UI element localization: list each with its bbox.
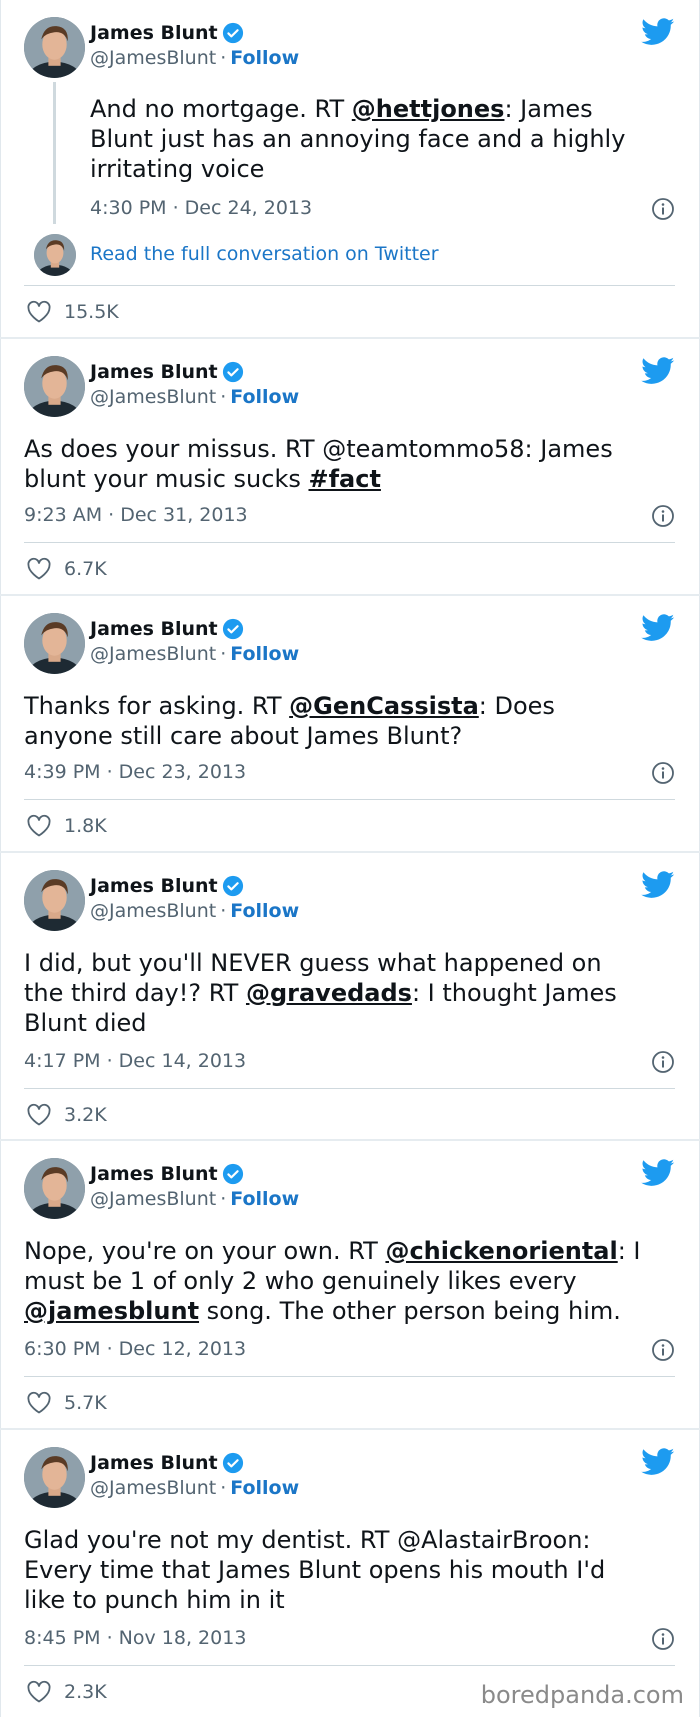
like-count: 15.5K [64,301,119,323]
divider [24,799,675,800]
verified-badge-icon [222,875,244,897]
like-action[interactable]: 2.3K [26,1680,107,1704]
avatar[interactable] [24,17,85,78]
tweet-card: James Blunt @JamesBlunt · Follow Nope, you… [0,1141,700,1428]
tweet-text: Nope, you're on your own. RT @chickenori… [24,1237,641,1325]
author-handle[interactable]: @JamesBlunt [90,47,216,69]
read-conversation-link[interactable]: Read the full conversation on Twitter [90,243,439,265]
avatar[interactable] [34,234,76,276]
like-action[interactable]: 15.5K [26,300,119,324]
verified-badge-icon [222,618,244,640]
verified-badge-icon [222,22,244,44]
author-name[interactable]: James Blunt [90,361,218,383]
twitter-bird-icon[interactable] [641,18,675,46]
tweet-text: As does your missus. RT @teamtommo58: Ja… [24,435,613,493]
follow-button[interactable]: Follow [230,47,299,69]
like-count: 6.7K [64,558,107,580]
follow-button[interactable]: Follow [230,1477,299,1499]
divider [24,285,675,286]
twitter-bird-icon[interactable] [641,614,675,642]
like-action[interactable]: 3.2K [26,1103,107,1127]
verified-badge-icon [222,1163,244,1185]
tweet-text: And no mortgage. RT @hettjones: James Bl… [90,95,626,183]
follow-button[interactable]: Follow [230,643,299,665]
heart-icon[interactable] [26,1103,52,1127]
twitter-bird-icon[interactable] [641,357,675,385]
divider [24,1665,675,1666]
twitter-bird-icon[interactable] [641,1448,675,1476]
mention-link[interactable]: @GenCassista [289,692,479,720]
divider [24,1088,675,1089]
tweet-card: James Blunt @JamesBlunt · Follow As does y… [0,339,700,594]
author-name[interactable]: James Blunt [90,618,218,640]
mention-link[interactable]: @gravedads [246,979,412,1007]
tweet-text: Thanks for asking. RT @GenCassista: Does… [24,692,555,750]
author-handle[interactable]: @JamesBlunt [90,900,216,922]
mention-link[interactable]: @jamesblunt [24,1297,199,1325]
author-name[interactable]: James Blunt [90,875,218,897]
verified-badge-icon [222,1452,244,1474]
like-count: 1.8K [64,815,107,837]
like-action[interactable]: 5.7K [26,1391,107,1415]
hashtag-link[interactable]: #fact [308,465,380,493]
tweet-card: James Blunt @JamesBlunt · Follow I did, bu… [0,853,700,1139]
follow-button[interactable]: Follow [230,1188,299,1210]
watermark: boredpanda.com [480,1681,684,1709]
like-count: 5.7K [64,1392,107,1414]
heart-icon[interactable] [26,300,52,324]
tweet-timestamp[interactable]: 8:45 PM · Nov 18, 2013 [24,1627,246,1649]
like-count: 3.2K [64,1104,107,1126]
tweet-card: James Blunt @JamesBlunt · Follow And no mo… [0,0,700,337]
thread-line [53,82,56,224]
twitter-bird-icon[interactable] [641,1159,675,1187]
tweet-timestamp[interactable]: 4:39 PM · Dec 23, 2013 [24,761,246,783]
tweet-timestamp[interactable]: 4:17 PM · Dec 14, 2013 [24,1050,246,1072]
tweet-timestamp[interactable]: 4:30 PM · Dec 24, 2013 [90,197,312,219]
mention-link[interactable]: @chickenoriental [385,1237,617,1265]
author-handle[interactable]: @JamesBlunt [90,643,216,665]
tweet-card: James Blunt @JamesBlunt · Follow Thanks fo… [0,596,700,851]
info-icon[interactable] [651,1627,675,1651]
like-action[interactable]: 1.8K [26,814,107,838]
author-handle[interactable]: @JamesBlunt [90,1188,216,1210]
like-count: 2.3K [64,1681,107,1703]
info-icon[interactable] [651,1338,675,1362]
tweet-text: I did, but you'll NEVER guess what happe… [24,949,617,1037]
mention-link[interactable]: @hettjones [352,95,505,123]
author-name[interactable]: James Blunt [90,1163,218,1185]
avatar[interactable] [24,356,85,417]
author-name[interactable]: James Blunt [90,1452,218,1474]
info-icon[interactable] [651,1050,675,1074]
avatar[interactable] [24,870,85,931]
like-action[interactable]: 6.7K [26,557,107,581]
follow-button[interactable]: Follow [230,386,299,408]
info-icon[interactable] [651,197,675,221]
author-name[interactable]: James Blunt [90,22,218,44]
info-icon[interactable] [651,761,675,785]
author-handle[interactable]: @JamesBlunt [90,386,216,408]
author-handle[interactable]: @JamesBlunt [90,1477,216,1499]
tweet-timestamp[interactable]: 6:30 PM · Dec 12, 2013 [24,1338,246,1360]
divider [24,542,675,543]
divider [24,1376,675,1377]
verified-badge-icon [222,361,244,383]
avatar[interactable] [24,613,85,674]
avatar[interactable] [24,1447,85,1508]
heart-icon[interactable] [26,557,52,581]
heart-icon[interactable] [26,814,52,838]
heart-icon[interactable] [26,1391,52,1415]
tweet-timestamp[interactable]: 9:23 AM · Dec 31, 2013 [24,504,248,526]
twitter-bird-icon[interactable] [641,871,675,899]
heart-icon[interactable] [26,1680,52,1704]
avatar[interactable] [24,1158,85,1219]
follow-button[interactable]: Follow [230,900,299,922]
info-icon[interactable] [651,504,675,528]
tweet-text: Glad you're not my dentist. RT @Alastair… [24,1526,606,1614]
tweet-card: James Blunt @JamesBlunt · Follow Glad you'… [0,1430,700,1717]
